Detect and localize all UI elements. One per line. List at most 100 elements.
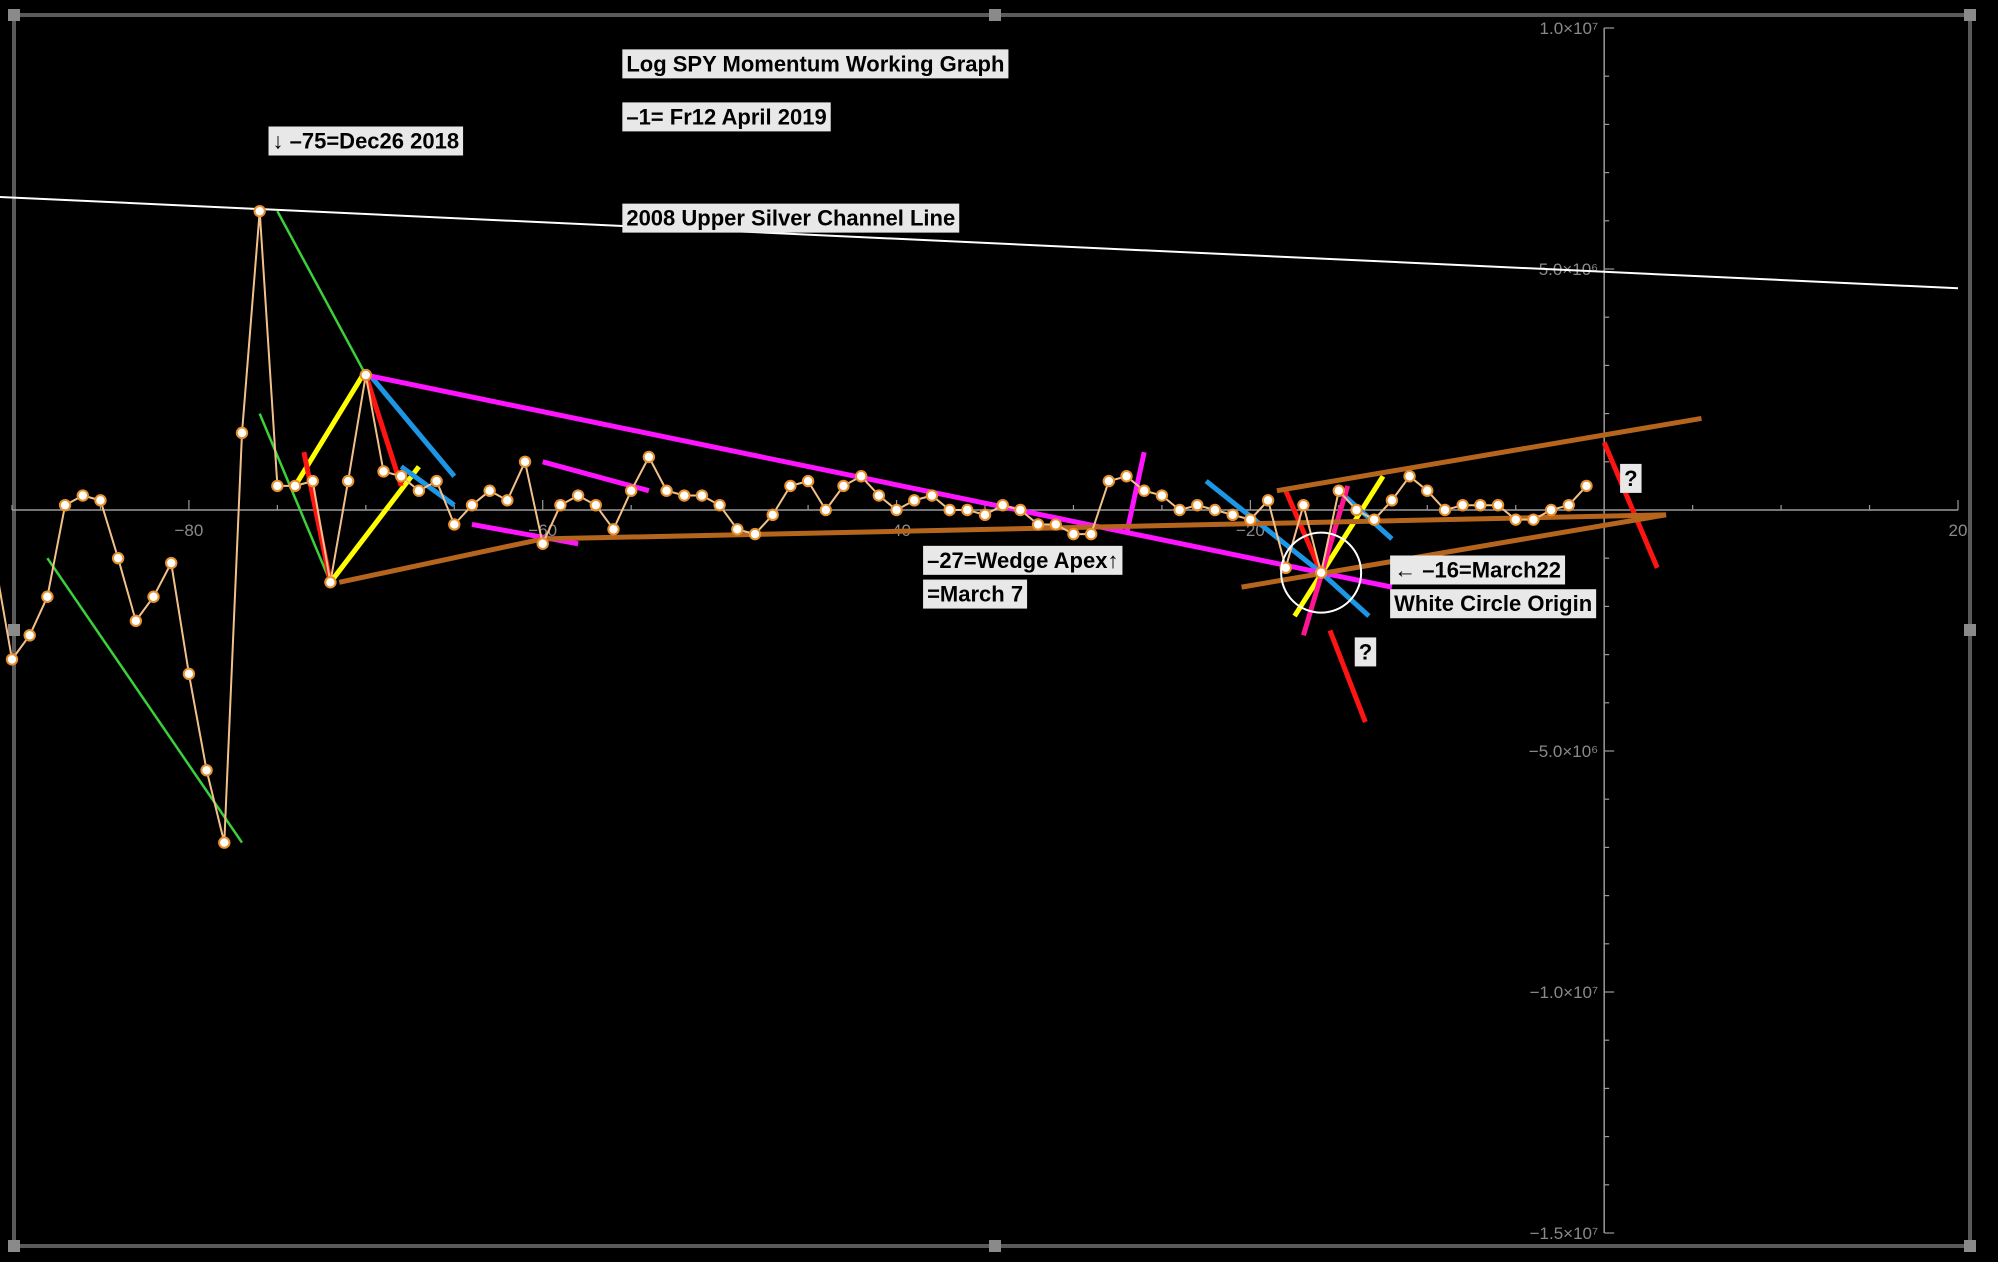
data-point <box>554 498 567 512</box>
data-point <box>713 498 726 512</box>
data-point <box>1438 503 1452 517</box>
data-point <box>1491 498 1505 512</box>
data-point <box>1014 503 1027 517</box>
resize-handle-top[interactable] <box>989 9 1001 21</box>
data-point <box>430 474 443 488</box>
data-point <box>943 503 956 517</box>
data-point <box>483 484 496 497</box>
data-point <box>1173 503 1186 517</box>
chart-background <box>0 0 1998 1262</box>
data-point <box>731 523 744 536</box>
data-point <box>253 204 266 218</box>
data-point <box>1084 527 1098 541</box>
resize-handle-bottom-right[interactable] <box>1964 1240 1976 1252</box>
annotation-question-1: ? <box>1354 637 1377 667</box>
annotation-white-circle-origin: White Circle Origin <box>1390 589 1597 619</box>
data-point <box>341 474 355 488</box>
data-point <box>5 653 19 666</box>
resize-handle-bottom-left[interactable] <box>8 1240 20 1252</box>
resize-handle-right[interactable] <box>1964 624 1976 636</box>
data-point <box>1456 498 1469 512</box>
data-point <box>1474 498 1487 512</box>
data-point <box>395 470 408 483</box>
data-point <box>1509 513 1522 526</box>
resize-handle-top-left[interactable] <box>8 9 20 21</box>
data-point <box>801 474 815 488</box>
data-point <box>1421 484 1434 497</box>
data-point <box>1544 503 1558 517</box>
data-point <box>501 494 514 507</box>
data-point <box>978 508 992 522</box>
data-point <box>660 484 673 497</box>
data-point <box>165 556 178 570</box>
data-point <box>589 498 602 512</box>
data-point <box>1314 566 1328 579</box>
data-point <box>1580 479 1593 493</box>
data-point <box>41 590 54 603</box>
data-point <box>766 508 779 522</box>
data-point <box>624 484 638 497</box>
data-point <box>1261 494 1275 507</box>
data-point <box>925 489 939 502</box>
y-tick-label: −5.0×10⁶ <box>1529 742 1598 761</box>
data-point <box>1049 518 1062 531</box>
data-point <box>23 629 36 642</box>
data-point <box>147 590 160 603</box>
data-point <box>1332 484 1346 497</box>
x-tick-label: 20 <box>1949 521 1968 540</box>
annotation-title-text: Log SPY Momentum Working Graph <box>626 51 1004 76</box>
annotation-wedge-apex-1: –27=Wedge Apex↑ <box>923 545 1123 575</box>
annotation-subtitle: –1= Fr12 April 2019 <box>622 102 831 132</box>
annotation-dec26-text: ↓ –75=Dec26 2018 <box>273 129 460 154</box>
data-point <box>961 503 974 517</box>
annotation-question-2: ? <box>1620 463 1642 493</box>
data-point <box>678 489 691 502</box>
resize-handle-bottom[interactable] <box>989 1240 1001 1252</box>
data-point <box>1385 494 1399 507</box>
annotation-wedge-apex-2-text: =March 7 <box>927 582 1023 607</box>
data-point <box>695 489 709 502</box>
annotation-subtitle-text: –1= Fr12 April 2019 <box>626 104 826 129</box>
data-point <box>784 479 797 493</box>
data-point <box>1368 513 1381 526</box>
data-point <box>111 552 125 565</box>
annotation-march22: ← –16=March22 <box>1390 555 1566 585</box>
data-point <box>1527 513 1540 526</box>
annotation-wedge-apex-1-text: –27=Wedge Apex↑ <box>927 548 1118 573</box>
data-point <box>642 450 656 464</box>
chart: −80−60−40−20201.0×10⁷5.0×10⁶−5.0×10⁶−1.0… <box>0 0 1998 1262</box>
data-point <box>1350 503 1363 517</box>
resize-handle-top-right[interactable] <box>1964 9 1976 21</box>
data-point <box>1102 474 1116 488</box>
data-point <box>518 455 532 468</box>
y-tick-label: −1.5×10⁷ <box>1530 1224 1599 1243</box>
data-point <box>271 479 284 493</box>
data-point <box>465 498 479 512</box>
data-point <box>536 537 549 550</box>
data-point <box>1226 508 1239 522</box>
data-point <box>359 368 373 382</box>
data-point <box>1208 503 1222 517</box>
data-point <box>571 489 585 502</box>
data-point <box>1403 470 1416 483</box>
data-point <box>129 614 143 628</box>
annotation-silver-channel-text: 2008 Upper Silver Channel Line <box>626 206 955 231</box>
data-point <box>448 518 461 531</box>
data-point <box>908 494 921 507</box>
data-point <box>1297 498 1310 512</box>
data-point <box>76 489 89 502</box>
data-point <box>182 667 196 681</box>
annotation-silver-channel: 2008 Upper Silver Channel Line <box>622 203 960 233</box>
data-point <box>996 498 1009 512</box>
data-point <box>218 836 231 849</box>
annotation-question-2-text: ? <box>1624 466 1637 491</box>
data-point <box>235 426 249 440</box>
data-point <box>324 576 337 589</box>
data-point <box>1562 498 1576 512</box>
data-point <box>748 527 762 541</box>
resize-handle-left[interactable] <box>8 624 20 636</box>
data-point <box>288 479 302 493</box>
y-tick-label: −1.0×10⁷ <box>1530 983 1599 1002</box>
data-point <box>837 479 850 493</box>
data-point <box>854 470 868 483</box>
